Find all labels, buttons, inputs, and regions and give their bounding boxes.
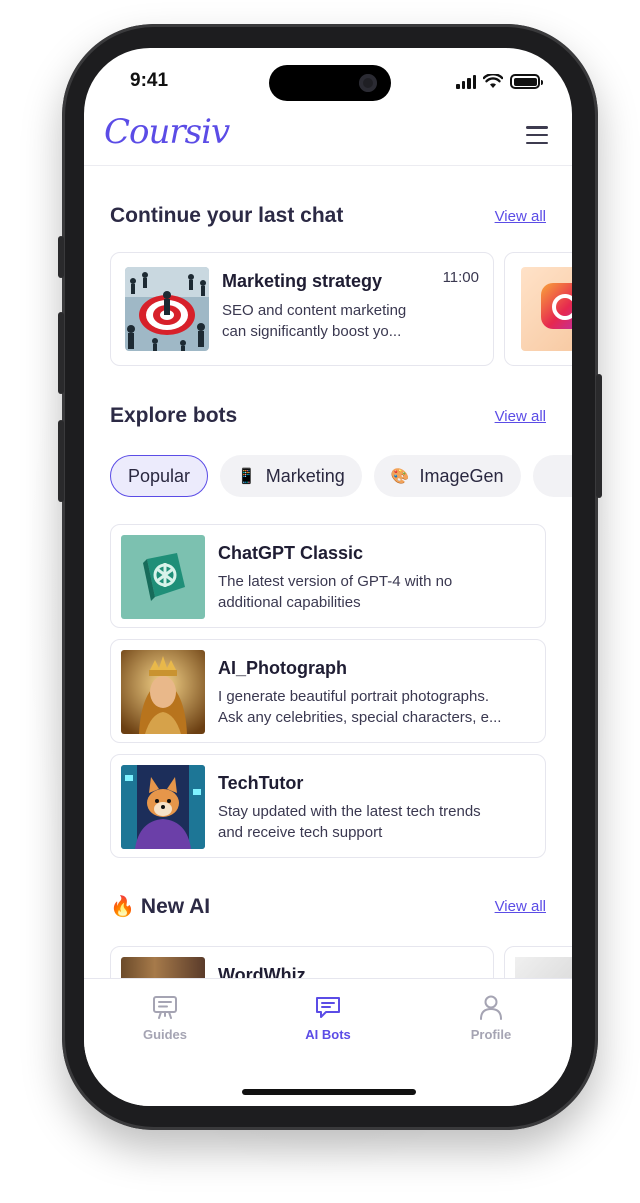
nav-guides-label: Guides	[142, 1027, 188, 1042]
pill-marketing[interactable]: 📱 Marketing	[220, 455, 362, 497]
app-header: Coursiv	[84, 110, 572, 166]
coursiv-logo[interactable]: Coursiv	[104, 112, 230, 152]
pill-label: Marketing	[265, 465, 345, 486]
explore-bots-header: Explore bots View all	[110, 404, 546, 428]
section-title-continue-chat: Continue your last chat	[110, 204, 344, 227]
new-ai-header: 🔥 New AI View all	[110, 894, 546, 919]
category-pills: Popular 📱 Marketing 🎨 ImageGen	[110, 455, 572, 497]
bot-description: I generate beautiful portrait photograph…	[218, 686, 534, 728]
bot-description-line-1: Stay updated with the latest tech trends	[218, 803, 481, 820]
nav-ai-bots[interactable]: AI Bots	[268, 993, 388, 1042]
bot-description-line-1: The latest version of GPT-4 with no	[218, 573, 453, 590]
fire-icon: 🔥	[110, 896, 135, 918]
bot-title: TechTutor	[218, 773, 304, 793]
bot-title: AI_Photograph	[218, 658, 347, 678]
phone-side-button-right	[596, 374, 602, 498]
bot-description: Stay updated with the latest tech trends…	[218, 801, 534, 843]
signal-icon	[456, 74, 476, 89]
continue-chat-header: Continue your last chat View all	[110, 204, 546, 228]
bot-title: ChatGPT Classic	[218, 543, 364, 563]
chatgpt-logo-image	[121, 535, 205, 619]
hamburger-menu-icon[interactable]	[526, 126, 548, 144]
bottom-nav: Guides AI Bots Profile	[84, 978, 572, 1106]
pill-imagegen[interactable]: 🎨 ImageGen	[373, 455, 521, 497]
view-all-new-ai-link[interactable]: View all	[495, 898, 546, 915]
view-all-chats-link[interactable]: View all	[495, 208, 546, 225]
pill-partial[interactable]	[532, 455, 572, 497]
battery-icon	[510, 74, 543, 89]
status-icons	[456, 74, 543, 89]
bot-card-techtutor[interactable]: TechTutor Stay updated with the latest t…	[110, 754, 546, 858]
bot-card-chatgpt-classic[interactable]: ChatGPT Classic The latest version of GP…	[110, 524, 546, 628]
view-all-bots-link[interactable]: View all	[495, 408, 546, 425]
camera-icon	[359, 74, 377, 92]
portrait-queen-image	[121, 650, 205, 734]
home-indicator[interactable]	[242, 1089, 416, 1095]
bot-description-line-2: and receive tech support	[218, 824, 383, 841]
chat-icon	[316, 997, 340, 1018]
instagram-icon	[541, 283, 572, 329]
chat-preview: SEO and content marketing can significan…	[222, 300, 442, 342]
status-time: 9:41	[130, 70, 169, 91]
chat-time: 11:00	[442, 269, 479, 286]
wifi-icon	[483, 74, 503, 88]
guides-icon	[153, 996, 177, 1019]
bot-description-line-2: Ask any celebrities, special characters,…	[218, 709, 502, 726]
chat-preview-line-1: SEO and content marketing	[222, 302, 407, 319]
phone-side-button-left-2	[58, 312, 64, 394]
dynamic-island	[269, 65, 391, 101]
profile-icon	[480, 995, 502, 1020]
nav-profile[interactable]: Profile	[431, 993, 551, 1042]
app-screen: 9:41 Coursiv Continue your last chat Vie…	[84, 48, 572, 1106]
mobile-phone-icon: 📱	[237, 468, 256, 485]
bot-description: The latest version of GPT-4 with no addi…	[218, 571, 534, 613]
palette-icon: 🎨	[390, 468, 410, 485]
new-ai-title-text: New AI	[140, 895, 211, 918]
chat-preview-line-2: can significantly boost yo...	[222, 323, 402, 340]
chat-card-partial[interactable]	[504, 252, 572, 366]
bot-description-line-2: additional capabilities	[218, 594, 361, 611]
section-title-new-ai: 🔥 New AI	[110, 894, 210, 919]
phone-side-button-left-1	[58, 236, 64, 278]
section-title-explore-bots: Explore bots	[110, 404, 238, 427]
pill-popular[interactable]: Popular	[110, 455, 209, 497]
nav-guides[interactable]: Guides	[105, 993, 225, 1042]
shiba-dog-image	[121, 765, 205, 849]
bot-card-ai-photograph[interactable]: AI_Photograph I generate beautiful portr…	[110, 639, 546, 743]
bot-description-line-1: I generate beautiful portrait photograph…	[218, 688, 490, 705]
marketing-target-image	[125, 267, 209, 351]
nav-ai-bots-label: AI Bots	[305, 1027, 351, 1042]
nav-profile-label: Profile	[470, 1027, 512, 1042]
pill-label: ImageGen	[419, 465, 504, 486]
chat-card[interactable]: Marketing strategy 11:00 SEO and content…	[110, 252, 494, 366]
phone-side-button-left-3	[58, 420, 64, 502]
pill-label: Popular	[128, 465, 191, 486]
chat-title: Marketing strategy	[222, 271, 383, 291]
